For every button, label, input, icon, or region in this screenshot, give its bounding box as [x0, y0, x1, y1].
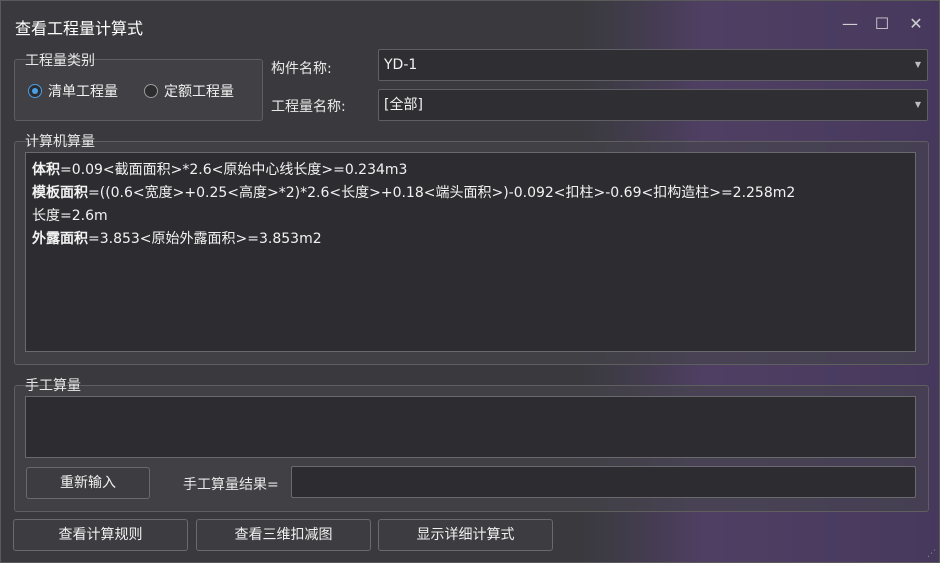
maximize-icon[interactable]: ☐	[871, 13, 893, 35]
view-rules-button[interactable]: 查看计算规则	[13, 519, 188, 551]
component-name-value: YD-1	[384, 57, 418, 73]
radio-bill-quantity[interactable]: 清单工程量	[28, 81, 118, 101]
calc-line-formwork: 模板面积=((0.6<宽度>+0.25<高度>*2)*2.6<长度>+0.18<…	[32, 182, 909, 205]
show-detail-formula-button[interactable]: 显示详细计算式	[378, 519, 553, 551]
component-name-select[interactable]: YD-1 ▼	[378, 49, 928, 81]
minimize-icon[interactable]: —	[839, 13, 861, 35]
resize-grip-icon[interactable]: ⋰	[927, 549, 936, 559]
calc-line-exposed: 外露面积=3.853<原始外露面积>=3.853m2	[32, 228, 909, 251]
calc-line-expr: =3.853<原始外露面积>=3.853m2	[88, 231, 322, 247]
title-bar[interactable]: 查看工程量计算式 — ☐ ✕	[1, 1, 939, 47]
quantity-name-label: 工程量名称:	[271, 99, 346, 115]
calc-line-key: 外露面积	[32, 231, 88, 247]
radio-selected-icon[interactable]	[28, 84, 42, 98]
radio-bill-quantity-label: 清单工程量	[48, 84, 118, 100]
calc-line-expr: 长度=2.6m	[32, 208, 108, 224]
calc-line-length: 长度=2.6m	[32, 205, 909, 228]
component-name-label: 构件名称:	[271, 61, 332, 77]
calc-line-expr: =((0.6<宽度>+0.25<高度>*2)*2.6<长度>+0.18<端头面积…	[88, 185, 796, 201]
computer-calc-text[interactable]: 体积=0.09<截面面积>*2.6<原始中心线长度>=0.234m3 模板面积=…	[25, 152, 916, 352]
calc-line-expr: =0.09<截面面积>*2.6<原始中心线长度>=0.234m3	[60, 162, 408, 178]
reenter-button[interactable]: 重新输入	[26, 467, 150, 499]
radio-norm-quantity[interactable]: 定额工程量	[144, 81, 234, 101]
calc-line-key: 体积	[32, 162, 60, 178]
radio-norm-quantity-label: 定额工程量	[164, 84, 234, 100]
close-icon[interactable]: ✕	[905, 13, 927, 35]
quantity-type-group-label: 工程量类别	[25, 53, 95, 69]
chevron-down-icon[interactable]: ▼	[915, 50, 921, 80]
quantity-name-select[interactable]: [全部] ▼	[378, 89, 928, 121]
manual-calc-text[interactable]	[25, 396, 916, 458]
calc-line-volume: 体积=0.09<截面面积>*2.6<原始中心线长度>=0.234m3	[32, 159, 909, 182]
computer-calc-group-label: 计算机算量	[25, 134, 95, 150]
view-3d-deduction-button[interactable]: 查看三维扣减图	[196, 519, 371, 551]
quantity-name-value: [全部]	[384, 97, 423, 113]
window-title: 查看工程量计算式	[15, 19, 144, 38]
manual-result-input[interactable]	[291, 466, 916, 498]
manual-result-label: 手工算量结果=	[183, 477, 279, 493]
manual-calc-group-label: 手工算量	[25, 378, 81, 394]
calc-line-key: 模板面积	[32, 185, 88, 201]
radio-unselected-icon[interactable]	[144, 84, 158, 98]
chevron-down-icon[interactable]: ▼	[915, 90, 921, 120]
dialog-window: 查看工程量计算式 — ☐ ✕ 工程量类别 清单工程量 定额工程量 构件名称: Y…	[0, 0, 940, 563]
